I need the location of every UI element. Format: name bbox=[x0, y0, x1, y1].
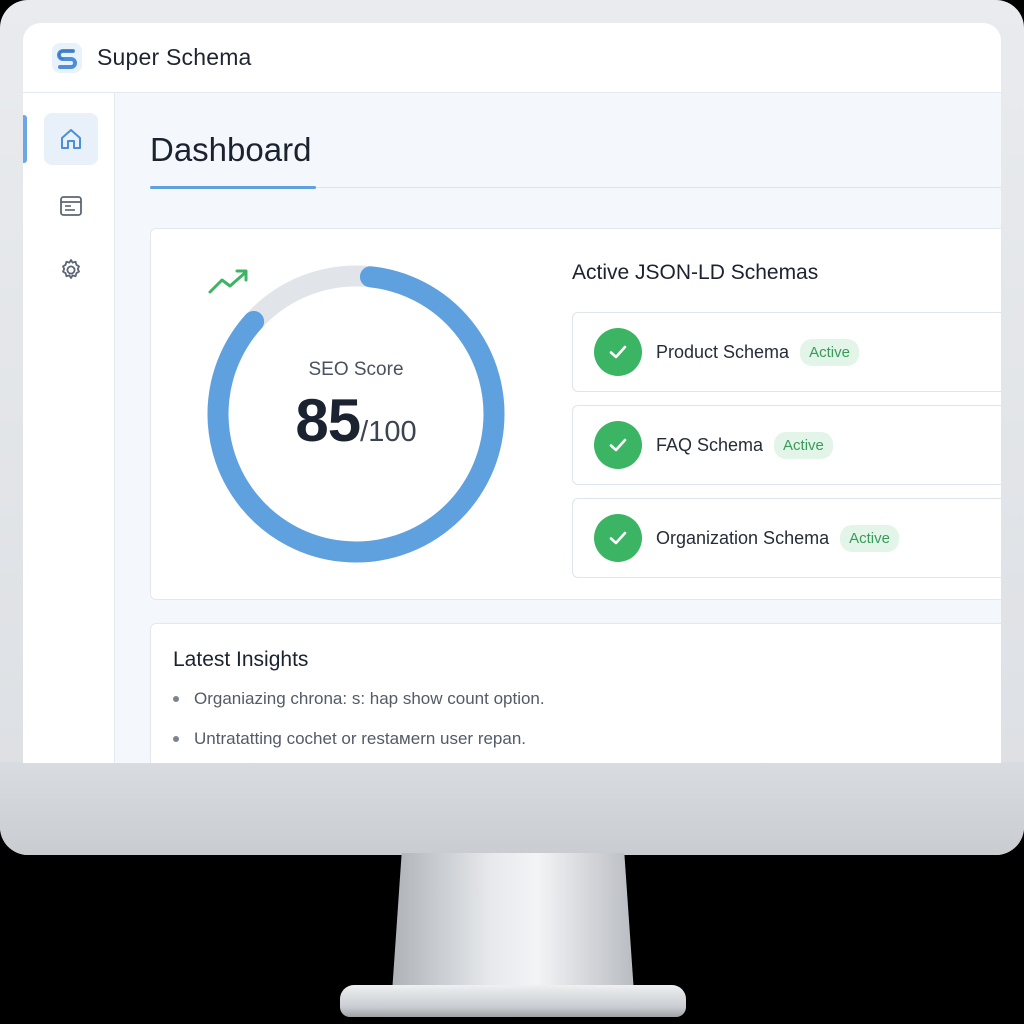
browser-window-icon bbox=[60, 196, 82, 216]
bullet bbox=[173, 696, 179, 702]
monitor: Super Schema Dashboard SEO Score 85/100 … bbox=[0, 0, 1024, 1024]
seo-score-value: 85/100 bbox=[206, 386, 506, 455]
check-circle-icon bbox=[594, 421, 642, 469]
top-bar: Super Schema bbox=[23, 23, 1001, 93]
seo-score-number: 85 bbox=[295, 387, 361, 454]
schema-name: FAQ Schema bbox=[656, 434, 764, 455]
insights-card: Latest Insights Organiazing chrona: s: h… bbox=[150, 623, 1001, 763]
insights-title: Latest Insights bbox=[173, 648, 309, 671]
app-title: Super Schema bbox=[97, 44, 252, 70]
super-schema-logo bbox=[52, 42, 82, 73]
schema-row-organization[interactable]: Organization Schema Active bbox=[572, 498, 1001, 578]
sidebar bbox=[23, 93, 115, 763]
status-badge: Active bbox=[774, 431, 833, 459]
monitor-stand bbox=[392, 853, 634, 993]
schemas-heading: Active JSON-LD Schemas bbox=[572, 261, 819, 284]
schema-row-faq[interactable]: FAQ Schema Active bbox=[572, 405, 1001, 485]
check-circle-icon bbox=[594, 328, 642, 376]
trending-up-icon bbox=[208, 269, 248, 294]
page-title: Dashboard bbox=[150, 131, 312, 168]
main-content: Dashboard SEO Score 85/100 Active JSON-L… bbox=[115, 93, 1001, 763]
list-item: Untratatting cochet or restaмern user re… bbox=[173, 729, 526, 749]
seo-score-max: /100 bbox=[360, 416, 417, 448]
sidebar-item-home[interactable] bbox=[44, 113, 98, 165]
page-title-underline bbox=[150, 186, 316, 189]
monitor-chin bbox=[0, 762, 1024, 855]
bullet bbox=[173, 736, 179, 742]
seo-score-gauge: SEO Score 85/100 bbox=[206, 264, 506, 564]
sidebar-item-schemas[interactable] bbox=[44, 180, 98, 232]
monitor-stand-base bbox=[340, 985, 686, 1017]
check-circle-icon bbox=[594, 514, 642, 562]
seo-score-label: SEO Score bbox=[308, 359, 404, 380]
status-badge: Active bbox=[840, 524, 899, 552]
status-badge: Active bbox=[800, 338, 859, 366]
insight-text: Untratatting cochet or restaмern user re… bbox=[194, 729, 527, 748]
insight-text: Organiazing chrona: s: hap show count op… bbox=[194, 689, 545, 708]
schema-name: Product Schema bbox=[656, 341, 790, 362]
home-icon bbox=[61, 129, 81, 149]
overview-card: SEO Score 85/100 Active JSON-LD Schemas … bbox=[150, 228, 1001, 600]
schema-name: Organization Schema bbox=[656, 527, 830, 548]
gear-icon bbox=[62, 259, 80, 279]
list-item: Organiazing chrona: s: hap show count op… bbox=[173, 689, 545, 709]
nav-active-indicator bbox=[23, 115, 27, 163]
schema-row-product[interactable]: Product Schema Active bbox=[572, 312, 1001, 392]
screen: Super Schema Dashboard SEO Score 85/100 … bbox=[23, 23, 1001, 763]
sidebar-item-settings[interactable] bbox=[44, 244, 98, 296]
